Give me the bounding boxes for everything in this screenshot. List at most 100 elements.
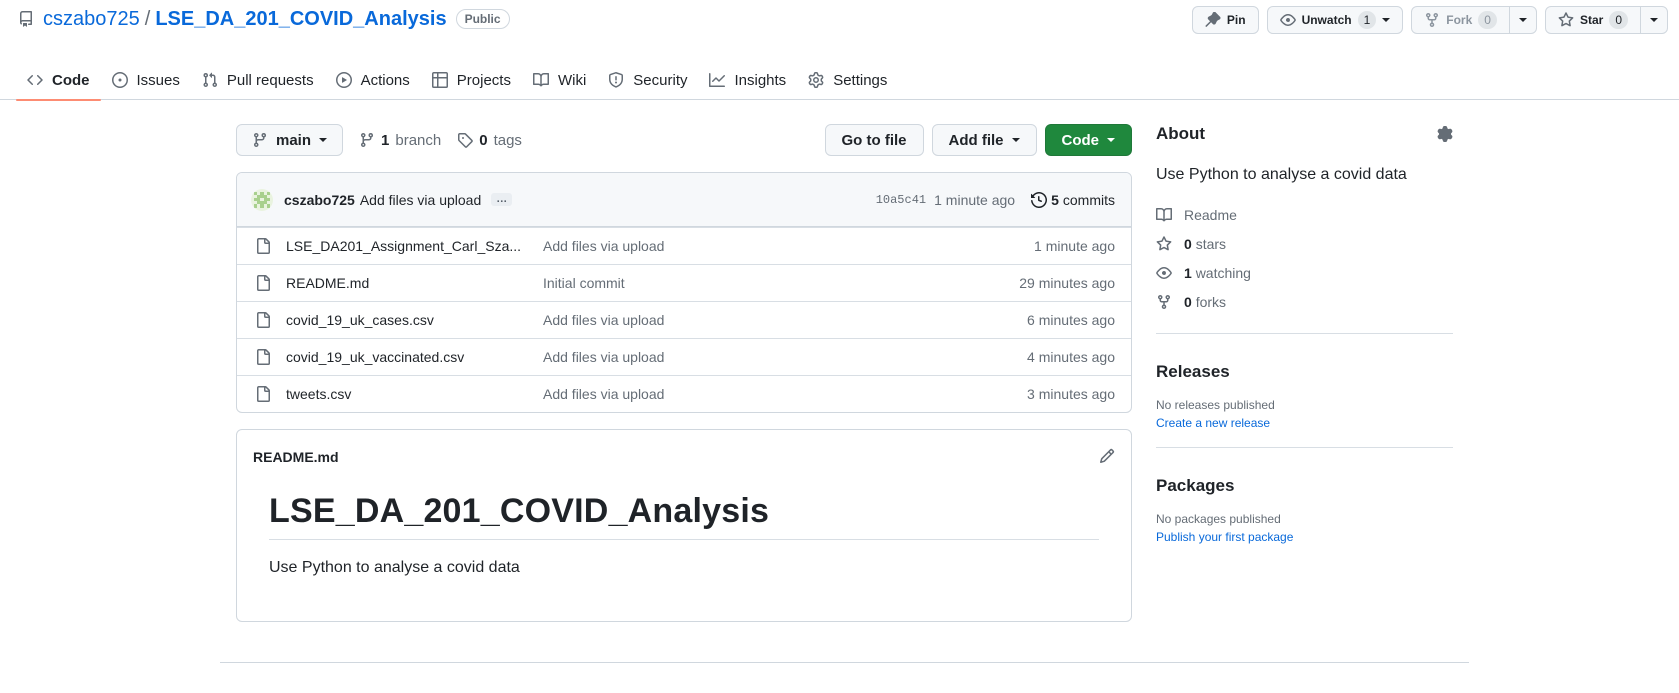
forks-label: forks (1195, 293, 1227, 310)
pencil-icon[interactable] (1099, 448, 1115, 464)
book-icon (532, 72, 549, 88)
file-navigation: main 1 branch 0 tags Go to file Add file… (236, 124, 1132, 156)
gear-icon[interactable] (1437, 126, 1453, 142)
tab-issues[interactable]: Issues (101, 60, 191, 100)
star-icon (1558, 12, 1574, 28)
footer-divider (220, 662, 1469, 663)
file-commit-message[interactable]: Add files via upload (543, 312, 1027, 328)
file-commit-message[interactable]: Add files via upload (543, 349, 1027, 365)
chevron-down-icon (1107, 138, 1115, 142)
tab-actions[interactable]: Actions (325, 60, 421, 100)
readme-text: Use Python to analyse a covid data (269, 559, 520, 576)
path-separator: / (144, 7, 151, 30)
file-name-link[interactable]: covid_19_uk_vaccinated.csv (286, 349, 543, 365)
latest-commit-bar: cszabo725 Add files via upload … 10a5c41… (237, 173, 1131, 227)
tab-label: Projects (456, 71, 511, 89)
tags-link[interactable]: 0 tags (457, 132, 522, 149)
star-label: Star (1579, 13, 1604, 27)
branches-link[interactable]: 1 branch (359, 132, 441, 149)
code-button[interactable]: Code (1044, 124, 1132, 156)
eye-icon (1156, 265, 1172, 281)
fork-button[interactable]: Fork 0 (1411, 6, 1537, 34)
readme-link-label: Readme (1184, 206, 1237, 223)
repo-sidebar: About Use Python to analyse a covid data… (1156, 124, 1453, 544)
create-release-link[interactable]: Create a new release (1156, 416, 1453, 430)
chevron-down-icon (319, 138, 328, 142)
packages-title[interactable]: Packages (1156, 476, 1453, 496)
file-name-link[interactable]: tweets.csv (286, 386, 543, 402)
about-header: About (1156, 124, 1453, 144)
visibility-badge: Public (455, 9, 510, 29)
packages-empty: No packages published (1156, 512, 1281, 526)
stars-link[interactable]: 0 stars (1156, 229, 1453, 258)
table-icon (431, 72, 448, 88)
tab-projects[interactable]: Projects (421, 60, 522, 100)
avatar[interactable] (251, 188, 273, 211)
pin-button[interactable]: Pin (1191, 6, 1259, 34)
fork-dropdown[interactable] (1508, 7, 1536, 33)
repo-name-link[interactable]: LSE_DA_201_COVID_Analysis (155, 8, 446, 31)
tab-label: Wiki (557, 71, 587, 89)
file-row[interactable]: covid_19_uk_cases.csv Add files via uplo… (237, 301, 1131, 338)
readme-link[interactable]: Readme (1156, 200, 1453, 229)
tab-insights[interactable]: Insights (698, 60, 797, 100)
file-row[interactable]: tweets.csv Add files via upload 3 minute… (237, 375, 1131, 412)
file-name-link[interactable]: LSE_DA201_Assignment_Carl_Sza... (286, 238, 543, 254)
commit-expand-button[interactable]: … (491, 193, 513, 206)
git-branch-icon (252, 132, 268, 148)
book-icon (1156, 207, 1172, 223)
forks-link[interactable]: 0 forks (1156, 287, 1453, 316)
readme-body: LSE_DA_201_COVID_Analysis Use Python to … (237, 492, 1131, 577)
add-file-button[interactable]: Add file (931, 124, 1037, 156)
commit-sha-link[interactable]: 10a5c41 (876, 193, 926, 207)
file-commit-message[interactable]: Initial commit (543, 275, 1019, 291)
commits-link[interactable]: 5 commits (1031, 192, 1115, 208)
code-icon (27, 72, 43, 88)
branch-name: main (276, 131, 312, 149)
tab-label: Settings (833, 71, 888, 89)
watch-label: Unwatch (1301, 13, 1352, 27)
commit-meta: 10a5c41 1 minute ago 5 commits (876, 192, 1115, 208)
tab-label: Security (633, 71, 688, 89)
commit-message-link[interactable]: Add files via upload (360, 192, 481, 208)
eye-icon (1279, 12, 1296, 28)
file-commit-message[interactable]: Add files via upload (543, 238, 1034, 254)
tab-security[interactable]: Security (597, 60, 698, 100)
repo-owner-link[interactable]: cszabo725 (43, 8, 140, 31)
gear-icon (808, 72, 824, 88)
stars-count: 0 (1184, 235, 1192, 252)
watch-button[interactable]: Unwatch 1 (1266, 6, 1404, 34)
chevron-down-icon (1650, 18, 1658, 22)
file-commit-message[interactable]: Add files via upload (543, 386, 1027, 402)
file-row[interactable]: LSE_DA201_Assignment_Carl_Sza... Add fil… (237, 227, 1131, 264)
file-name-link[interactable]: covid_19_uk_cases.csv (286, 312, 543, 328)
tab-code[interactable]: Code (16, 60, 101, 101)
add-file-label: Add file (948, 131, 1004, 149)
commit-author-link[interactable]: cszabo725 (284, 192, 355, 208)
star-dropdown[interactable] (1640, 7, 1667, 33)
branch-select-button[interactable]: main (236, 124, 344, 156)
branch-count: 1 (381, 131, 390, 149)
go-to-file-button[interactable]: Go to file (824, 124, 924, 156)
publish-package-link[interactable]: Publish your first package (1156, 530, 1453, 544)
file-icon (255, 275, 271, 291)
fork-count: 0 (1478, 11, 1497, 29)
file-commit-time: 3 minutes ago (1027, 386, 1115, 402)
tab-wiki[interactable]: Wiki (522, 60, 597, 100)
fork-icon (1424, 12, 1440, 28)
releases-title[interactable]: Releases (1156, 362, 1453, 382)
tab-pull-requests[interactable]: Pull requests (191, 60, 325, 100)
forks-count: 0 (1184, 293, 1192, 310)
file-icon (255, 386, 271, 402)
watchers-link[interactable]: 1 watching (1156, 258, 1453, 287)
file-commit-time: 1 minute ago (1034, 238, 1115, 254)
file-icon (255, 238, 271, 254)
star-button[interactable]: Star 0 (1544, 6, 1668, 34)
tab-settings[interactable]: Settings (797, 60, 898, 100)
file-list: cszabo725 Add files via upload … 10a5c41… (236, 172, 1132, 413)
file-row[interactable]: covid_19_uk_vaccinated.csv Add files via… (237, 338, 1131, 375)
readme-filename[interactable]: README.md (253, 449, 339, 465)
file-row[interactable]: README.md Initial commit 29 minutes ago (237, 264, 1131, 301)
repo-icon (18, 11, 34, 27)
file-name-link[interactable]: README.md (286, 275, 543, 291)
